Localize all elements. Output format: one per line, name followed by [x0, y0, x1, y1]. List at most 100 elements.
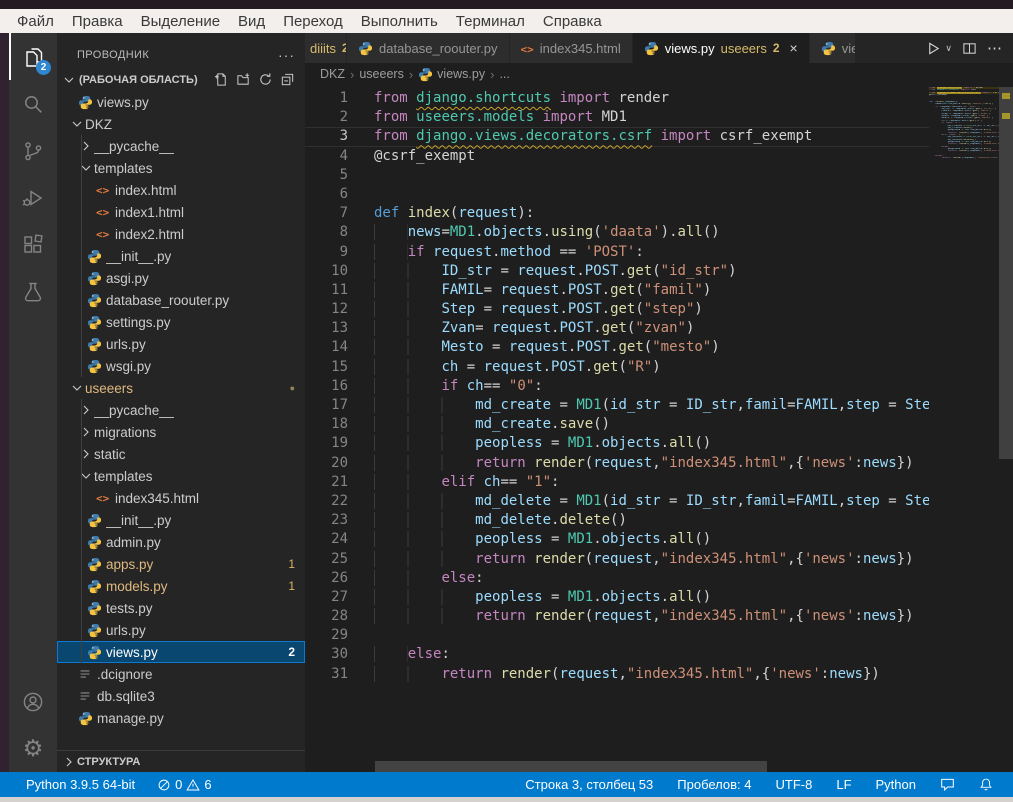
html-icon: <>	[96, 492, 115, 505]
new-file-icon[interactable]	[214, 72, 229, 87]
breadcrumb-item-useeers[interactable]: useeers	[359, 67, 403, 81]
tree-item-admin.py[interactable]: admin.py	[57, 531, 305, 553]
tree-item-apps.py[interactable]: apps.py 1	[57, 553, 305, 575]
workspace-label: (РАБОЧАЯ ОБЛАСТЬ) ...	[79, 74, 199, 86]
run-debug-icon[interactable]	[9, 174, 57, 221]
scrollbar-thumb[interactable]	[999, 87, 1013, 459]
collapse-all-icon[interactable]	[280, 72, 295, 87]
tree-item-label: apps.py	[106, 557, 153, 572]
settings-icon[interactable]: ⚙	[9, 725, 57, 772]
menu-item-edit[interactable]: Правка	[63, 11, 132, 32]
run-button[interactable]	[926, 41, 941, 56]
tree-item-label: urls.py	[106, 337, 146, 352]
tab-diiits[interactable]: diiits2●	[305, 33, 347, 63]
tree-item-asgi.py[interactable]: asgi.py	[57, 267, 305, 289]
tree-item-settings.py[interactable]: settings.py	[57, 311, 305, 333]
more-actions-icon[interactable]: ⋯	[987, 39, 1003, 57]
python-icon	[87, 337, 106, 352]
tree-item-views.py[interactable]: views.py	[57, 91, 305, 113]
tree-item-models.py[interactable]: models.py1	[57, 575, 305, 597]
menu-item-help[interactable]: Справка	[534, 11, 611, 32]
outline-section-header[interactable]: СТРУКТУРА	[57, 750, 305, 772]
tree-item-index2.html[interactable]: <>index2.html	[57, 223, 305, 245]
tree-item-index1.html[interactable]: <>index1.html	[57, 201, 305, 223]
vertical-scrollbar[interactable]	[999, 85, 1013, 760]
status-problems[interactable]: 06	[151, 777, 217, 792]
status-python-interpreter[interactable]: Python 3.9.5 64-bit	[20, 777, 141, 792]
tree-item-templates[interactable]: templates	[57, 465, 305, 487]
search-icon[interactable]	[9, 80, 57, 127]
breadcrumb-item-DKZ[interactable]: DKZ	[320, 67, 345, 81]
tree-item-index.html[interactable]: <>index.html	[57, 179, 305, 201]
python-icon	[78, 95, 97, 110]
status-feedback[interactable]	[934, 777, 961, 792]
code-line-30: 30 else:	[305, 645, 929, 664]
testing-icon[interactable]	[9, 268, 57, 315]
file-tree: views.pyDKZ__pycache__templates<>index.h…	[57, 91, 305, 729]
tree-item-DKZ[interactable]: DKZ	[57, 113, 305, 135]
problems-badge: 1	[288, 557, 295, 571]
tree-item-migrations[interactable]: migrations	[57, 421, 305, 443]
tab-vie[interactable]: vie	[810, 33, 856, 63]
tree-item-__init__.py[interactable]: __init__.py	[57, 245, 305, 267]
status-language-mode[interactable]: Python	[870, 777, 922, 792]
tree-item-.dcignore[interactable]: .dcignore	[57, 663, 305, 685]
menu-item-file[interactable]: Файл	[8, 11, 63, 32]
status-eol[interactable]: LF	[830, 777, 857, 792]
explorer-icon[interactable]: 2	[9, 33, 57, 80]
tree-item-views.py[interactable]: views.py2	[57, 641, 305, 663]
split-editor-icon[interactable]	[962, 41, 977, 56]
extensions-icon[interactable]	[9, 221, 57, 268]
source-control-icon[interactable]	[9, 127, 57, 174]
menu-item-terminal[interactable]: Терминал	[447, 11, 534, 32]
horizontal-scrollbar[interactable]	[305, 761, 929, 772]
more-actions-icon[interactable]: ···	[278, 47, 295, 63]
status-encoding[interactable]: UTF-8	[770, 777, 819, 792]
menu-item-go[interactable]: Переход	[274, 11, 352, 32]
tree-item-label: static	[94, 447, 126, 462]
tab-views.py[interactable]: views.pyuseeers2×	[633, 33, 810, 63]
run-dropdown-icon[interactable]: ∨	[945, 43, 952, 54]
status-indentation[interactable]: Пробелов: 4	[671, 777, 757, 792]
tree-item-index345.html[interactable]: <>index345.html	[57, 487, 305, 509]
tree-item-manage.py[interactable]: manage.py	[57, 707, 305, 729]
tab-database_roouter.py[interactable]: database_roouter.py	[347, 33, 510, 63]
tree-item-urls.py[interactable]: urls.py	[57, 619, 305, 641]
refresh-icon[interactable]	[258, 72, 273, 87]
line-text: ID_str = request.POST.get("id_str")	[374, 262, 737, 281]
menu-item-run[interactable]: Выполнить	[352, 11, 447, 32]
tree-item-templates[interactable]: templates	[57, 157, 305, 179]
line-number: 19	[305, 434, 348, 453]
code-editor[interactable]: 1from django.shortcuts import render2fro…	[305, 85, 929, 760]
tree-item-__pycache__[interactable]: __pycache__	[57, 399, 305, 421]
workspace-section-header[interactable]: (РАБОЧАЯ ОБЛАСТЬ) ...	[57, 68, 305, 91]
scrollbar-thumb[interactable]	[375, 761, 767, 772]
line-number: 31	[305, 665, 348, 684]
minimap[interactable]: from django.shortcuts import renderfrom …	[929, 87, 999, 167]
line-number: 20	[305, 454, 348, 473]
tree-item-label: templates	[94, 161, 153, 176]
new-folder-icon[interactable]	[236, 72, 251, 87]
close-icon[interactable]: ×	[790, 40, 798, 56]
menu-item-view[interactable]: Вид	[229, 11, 274, 32]
account-icon[interactable]	[9, 678, 57, 725]
tab-label: views.py	[665, 41, 715, 56]
tree-item-urls.py[interactable]: urls.py	[57, 333, 305, 355]
status-notifications[interactable]	[973, 777, 999, 792]
breadcrumb-item-views.py[interactable]: views.py	[418, 67, 485, 82]
line-text: from django.views.decorators.csrf import…	[374, 127, 812, 146]
status-cursor-position[interactable]: Строка 3, столбец 53	[519, 777, 659, 792]
tree-item-__pycache__[interactable]: __pycache__	[57, 135, 305, 157]
tree-item-db.sqlite3[interactable]: db.sqlite3	[57, 685, 305, 707]
tree-item-static[interactable]: static	[57, 443, 305, 465]
tab-index345.html[interactable]: <>index345.html	[510, 33, 633, 63]
breadcrumb-item-...[interactable]: ...	[499, 67, 509, 81]
tree-item-tests.py[interactable]: tests.py	[57, 597, 305, 619]
tree-item-useeers[interactable]: useeers●	[57, 377, 305, 399]
tree-item-label: settings.py	[106, 315, 171, 330]
tree-item-wsgi.py[interactable]: wsgi.py	[57, 355, 305, 377]
tree-item-database_roouter.py[interactable]: database_roouter.py	[57, 289, 305, 311]
tree-item-__init__.py[interactable]: __init__.py	[57, 509, 305, 531]
menu-item-selection[interactable]: Выделение	[132, 11, 229, 32]
minimap-line: return render(request,"index345.html",{'…	[929, 157, 999, 159]
